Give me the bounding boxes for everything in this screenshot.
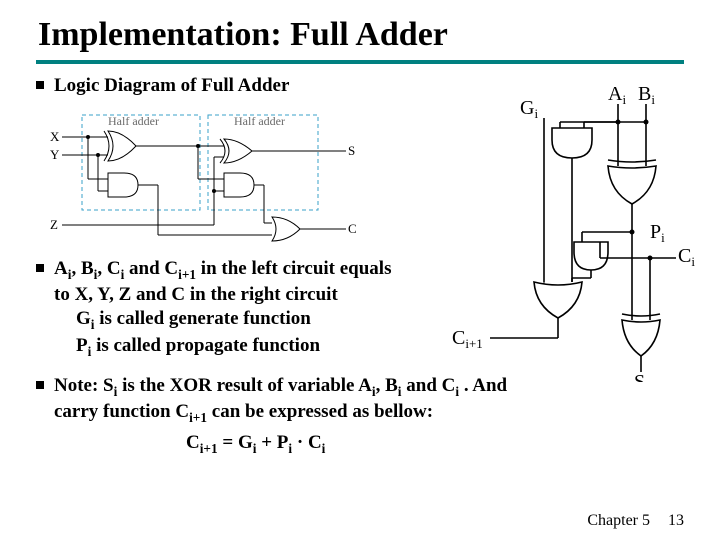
- port-c: C: [348, 221, 357, 236]
- slide-footer: Chapter 5 13: [587, 512, 684, 530]
- label-ciplus1: Ci+1: [452, 327, 483, 351]
- right-full-adder-diagram: Ai Bi Gi Pi Ci: [432, 82, 702, 382]
- slide: Implementation: Full Adder Logic Diagram…: [0, 0, 720, 540]
- ha-label-1: Half adder: [108, 114, 159, 128]
- label-pi: Pi: [650, 221, 665, 245]
- bullet2-text: Ai, Bi, Ci and Ci+1 in the left circuit …: [54, 257, 391, 360]
- page-title: Implementation: Full Adder: [38, 16, 684, 54]
- label-bi: Bi: [638, 83, 655, 107]
- port-z: Z: [50, 217, 58, 232]
- label-ai: Ai: [608, 83, 626, 107]
- port-y: Y: [50, 147, 60, 162]
- title-rule: [36, 60, 684, 64]
- carry-equation: Ci+1 = Gi + Pi · Ci: [186, 432, 684, 457]
- bullet-mapping: Ai, Bi, Ci and Ci+1 in the left circuit …: [36, 257, 466, 360]
- label-ci: Ci: [678, 245, 695, 269]
- bullet-marker: [36, 264, 44, 272]
- ha-label-2: Half adder: [234, 114, 285, 128]
- port-s: S: [348, 143, 355, 158]
- bullet-marker: [36, 81, 44, 89]
- bullet1-text: Logic Diagram of Full Adder: [54, 74, 289, 99]
- left-full-adder-diagram: Half adder Half adder X Y: [48, 109, 358, 249]
- label-si: Si: [634, 371, 649, 382]
- footer-page-number: 13: [668, 512, 684, 529]
- label-gi: Gi: [520, 97, 538, 121]
- port-x: X: [50, 129, 60, 144]
- footer-chapter: Chapter 5: [587, 512, 650, 529]
- bullet-marker: [36, 381, 44, 389]
